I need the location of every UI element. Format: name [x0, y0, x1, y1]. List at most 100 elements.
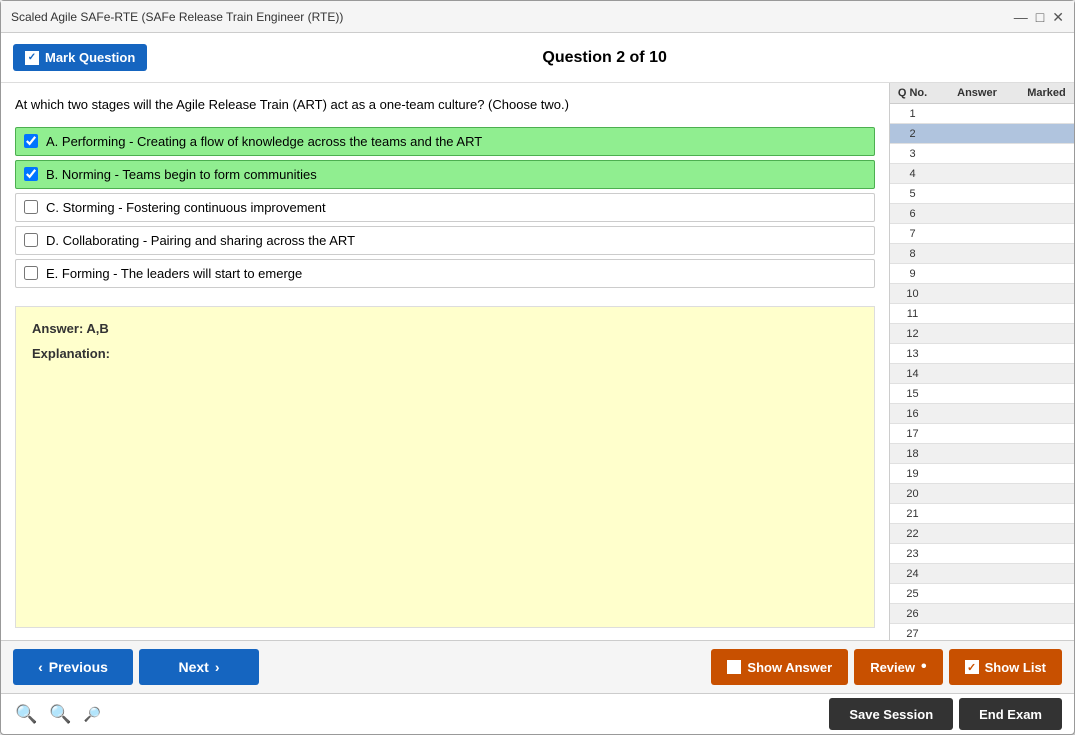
options-list: A. Performing - Creating a flow of knowl…: [15, 127, 875, 288]
zoom-in-button[interactable]: 🔎: [82, 704, 103, 725]
app-window: Scaled Agile SAFe-RTE (SAFe Release Trai…: [0, 0, 1075, 735]
title-bar: Scaled Agile SAFe-RTE (SAFe Release Trai…: [1, 1, 1074, 33]
close-icon[interactable]: ✕: [1052, 10, 1064, 24]
next-label: Next: [178, 659, 208, 675]
sidebar-cell-qno: 15: [890, 388, 935, 400]
sidebar-row[interactable]: 20: [890, 484, 1074, 504]
sidebar-cell-qno: 22: [890, 528, 935, 540]
option-label-b: B. Norming - Teams begin to form communi…: [46, 167, 317, 182]
sidebar-cell-qno: 17: [890, 428, 935, 440]
sidebar-row[interactable]: 10: [890, 284, 1074, 304]
sidebar-row[interactable]: 22: [890, 524, 1074, 544]
sidebar-row[interactable]: 23: [890, 544, 1074, 564]
option-checkbox-e[interactable]: [24, 266, 38, 280]
sidebar-cell-qno: 8: [890, 248, 935, 260]
sidebar-row[interactable]: 2: [890, 124, 1074, 144]
option-label-a: A. Performing - Creating a flow of knowl…: [46, 134, 482, 149]
sidebar-row[interactable]: 9: [890, 264, 1074, 284]
show-answer-button[interactable]: Show Answer: [711, 649, 848, 685]
toolbar: ✓ Mark Question Question 2 of 10: [1, 33, 1074, 83]
sidebar-row[interactable]: 27: [890, 624, 1074, 640]
sidebar-cell-qno: 18: [890, 448, 935, 460]
next-arrow-icon: ›: [215, 659, 220, 675]
sidebar-row[interactable]: 8: [890, 244, 1074, 264]
question-list-sidebar: Q No. Answer Marked 12345678910111213141…: [889, 83, 1074, 640]
sidebar-row[interactable]: 15: [890, 384, 1074, 404]
sidebar-cell-qno: 7: [890, 228, 935, 240]
show-list-check-icon: ✓: [965, 660, 979, 674]
sidebar-cell-qno: 11: [890, 308, 935, 320]
option-item-c[interactable]: C. Storming - Fostering continuous impro…: [15, 193, 875, 222]
option-checkbox-c[interactable]: [24, 200, 38, 214]
next-button[interactable]: Next ›: [139, 649, 259, 685]
sidebar-cell-qno: 16: [890, 408, 935, 420]
sidebar-row[interactable]: 6: [890, 204, 1074, 224]
sidebar-row[interactable]: 18: [890, 444, 1074, 464]
sidebar-row[interactable]: 13: [890, 344, 1074, 364]
sidebar-body: 1234567891011121314151617181920212223242…: [890, 104, 1074, 640]
minimize-icon[interactable]: —: [1014, 10, 1028, 24]
maximize-icon[interactable]: □: [1036, 10, 1044, 24]
sidebar-cell-qno: 9: [890, 268, 935, 280]
footer-buttons: ‹ Previous Next › Show Answer Review • ✓…: [1, 640, 1074, 693]
sidebar-row[interactable]: 19: [890, 464, 1074, 484]
sidebar-row[interactable]: 26: [890, 604, 1074, 624]
save-session-button[interactable]: Save Session: [829, 698, 953, 730]
end-exam-button[interactable]: End Exam: [959, 698, 1062, 730]
show-list-button[interactable]: ✓ Show List: [949, 649, 1062, 685]
answer-line: Answer: A,B: [32, 321, 858, 336]
option-checkbox-b[interactable]: [24, 167, 38, 181]
sidebar-row[interactable]: 3: [890, 144, 1074, 164]
sidebar-cell-qno: 26: [890, 608, 935, 620]
sidebar-cell-qno: 20: [890, 488, 935, 500]
sidebar-row[interactable]: 1: [890, 104, 1074, 124]
sidebar-cell-qno: 12: [890, 328, 935, 340]
sidebar-row[interactable]: 21: [890, 504, 1074, 524]
question-text: At which two stages will the Agile Relea…: [15, 95, 875, 115]
sidebar-cell-qno: 10: [890, 288, 935, 300]
sidebar-cell-qno: 5: [890, 188, 935, 200]
sidebar-row[interactable]: 12: [890, 324, 1074, 344]
sidebar-row[interactable]: 24: [890, 564, 1074, 584]
header-marked: Marked: [1019, 87, 1074, 99]
show-list-label: Show List: [985, 660, 1046, 675]
option-item-e[interactable]: E. Forming - The leaders will start to e…: [15, 259, 875, 288]
show-answer-icon: [727, 660, 741, 674]
option-item-b[interactable]: B. Norming - Teams begin to form communi…: [15, 160, 875, 189]
sidebar-row[interactable]: 7: [890, 224, 1074, 244]
zoom-out-button[interactable]: 🔍: [13, 702, 39, 727]
sidebar-cell-qno: 4: [890, 168, 935, 180]
review-label: Review: [870, 660, 915, 675]
review-button[interactable]: Review •: [854, 649, 942, 685]
sidebar-row[interactable]: 25: [890, 584, 1074, 604]
option-item-d[interactable]: D. Collaborating - Pairing and sharing a…: [15, 226, 875, 255]
header-qno: Q No.: [890, 87, 935, 99]
previous-arrow-icon: ‹: [38, 659, 43, 675]
bottom-bar: 🔍 🔍 🔎 Save Session End Exam: [1, 693, 1074, 734]
sidebar-row[interactable]: 16: [890, 404, 1074, 424]
sidebar-row[interactable]: 5: [890, 184, 1074, 204]
zoom-reset-button[interactable]: 🔍: [47, 702, 73, 727]
sidebar-row[interactable]: 4: [890, 164, 1074, 184]
option-checkbox-d[interactable]: [24, 233, 38, 247]
mark-question-button[interactable]: ✓ Mark Question: [13, 44, 147, 71]
sidebar-cell-qno: 27: [890, 628, 935, 640]
answer-box: Answer: A,B Explanation:: [15, 306, 875, 629]
mark-check-icon: ✓: [25, 51, 39, 65]
previous-button[interactable]: ‹ Previous: [13, 649, 133, 685]
sidebar-cell-qno: 21: [890, 508, 935, 520]
option-label-e: E. Forming - The leaders will start to e…: [46, 266, 302, 281]
sidebar-cell-qno: 19: [890, 468, 935, 480]
sidebar-row[interactable]: 11: [890, 304, 1074, 324]
sidebar-row[interactable]: 14: [890, 364, 1074, 384]
sidebar-row[interactable]: 17: [890, 424, 1074, 444]
option-item-a[interactable]: A. Performing - Creating a flow of knowl…: [15, 127, 875, 156]
option-checkbox-a[interactable]: [24, 134, 38, 148]
content-area: At which two stages will the Agile Relea…: [1, 83, 1074, 640]
main-content: At which two stages will the Agile Relea…: [1, 83, 889, 640]
sidebar-cell-qno: 13: [890, 348, 935, 360]
sidebar-cell-qno: 6: [890, 208, 935, 220]
option-label-c: C. Storming - Fostering continuous impro…: [46, 200, 326, 215]
sidebar-cell-qno: 2: [890, 128, 935, 140]
show-answer-label: Show Answer: [747, 660, 832, 675]
